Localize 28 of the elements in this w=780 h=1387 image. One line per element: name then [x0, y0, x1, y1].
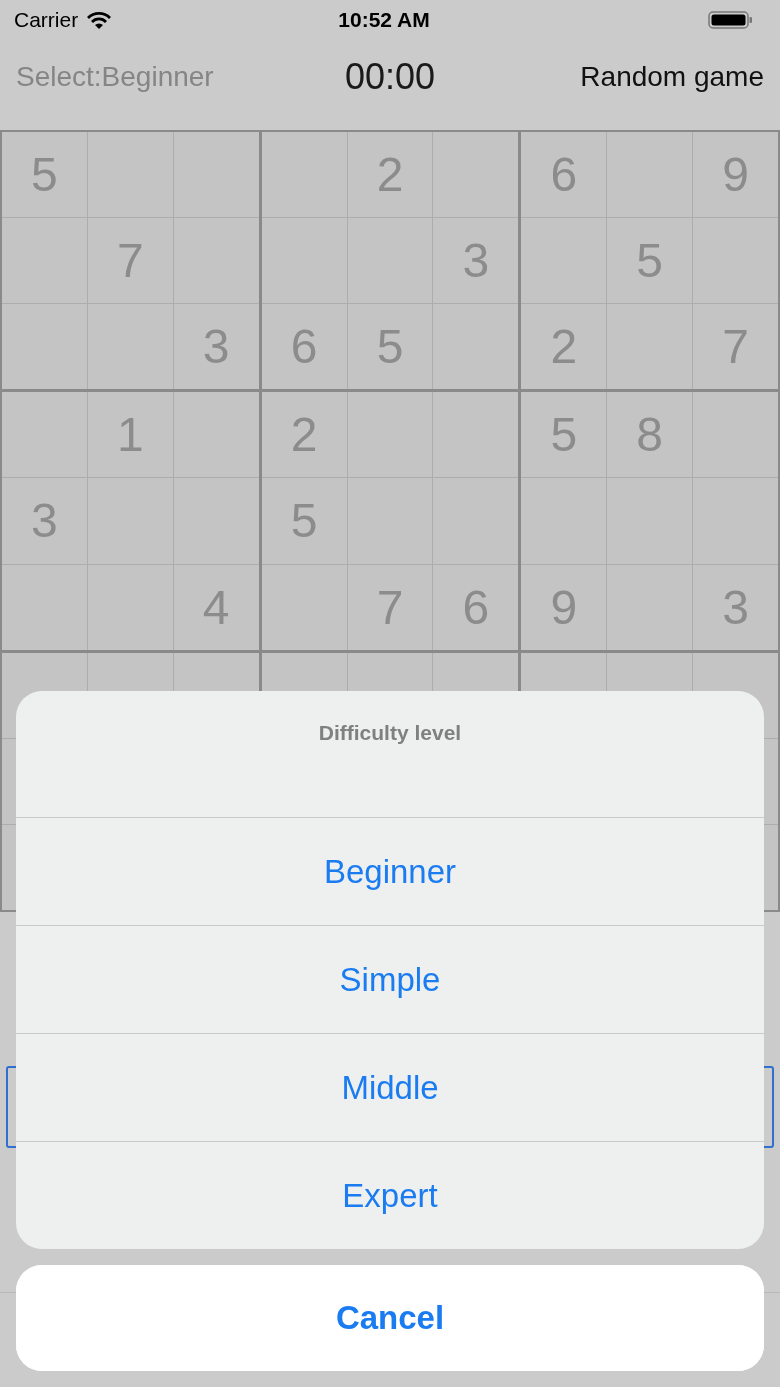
- cell-digit: 1: [116, 407, 144, 463]
- cell-digit: 6: [290, 319, 318, 375]
- cell-digit: 2: [550, 319, 578, 375]
- difficulty-label: Select:Beginner: [16, 60, 215, 93]
- cell-digit: 7: [116, 233, 144, 289]
- cell-digit: 5: [31, 147, 58, 203]
- cell-digit: 3: [31, 493, 58, 549]
- game-timer: 00:00: [344, 55, 436, 98]
- cell-digit: 2: [290, 407, 318, 463]
- cell-digit: 3: [722, 579, 749, 635]
- sheet-title: Difficulty level: [318, 721, 462, 745]
- status-time: 10:52 AM: [338, 8, 430, 32]
- cell-digit: 9: [722, 147, 749, 203]
- cell-digit: 5: [290, 493, 318, 549]
- cell-digit: 7: [376, 579, 404, 635]
- cell-digit: 6: [462, 579, 490, 635]
- cell-digit: 3: [462, 233, 490, 289]
- cell-digit: 5: [550, 407, 578, 463]
- cell-digit: 4: [202, 579, 230, 635]
- cell-digit: 3: [202, 319, 230, 375]
- cell-digit: 5: [376, 319, 404, 375]
- cell-digit: 2: [376, 147, 404, 203]
- carrier-label: Carrier: [14, 8, 79, 32]
- cell-digit: 6: [550, 147, 578, 203]
- cell-digit: 8: [636, 407, 663, 463]
- cell-digit: 7: [722, 319, 749, 375]
- cell-digit: 5: [636, 233, 663, 289]
- cell-digit: 9: [550, 579, 578, 635]
